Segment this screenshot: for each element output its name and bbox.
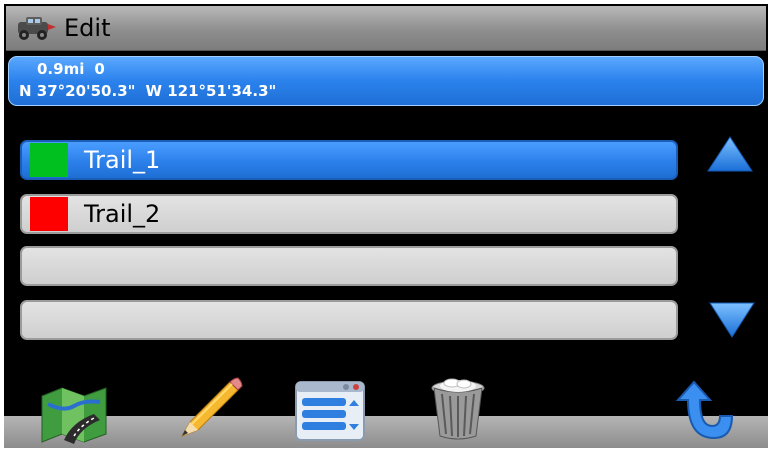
back-button[interactable] [666,376,746,446]
longitude-value: W 121°51'34.3" [145,82,277,100]
scroll-up-button[interactable] [706,134,754,174]
back-arrow-icon [675,380,734,440]
delete-button[interactable] [418,372,498,442]
trail-color-swatch [30,143,68,177]
scroll-down-button[interactable] [708,300,756,340]
map-icon [41,387,107,444]
distance-value: 0.9mi [37,60,85,78]
coordinates-row: N 37°20'50.3" W 121°51'34.3" [19,82,286,100]
list-item-trail-2[interactable]: Trail_2 [20,194,678,234]
pencil-icon [180,377,243,437]
trash-icon [431,378,485,440]
list-icon [295,381,365,441]
edit-button[interactable] [170,374,250,444]
app-window: Edit 0.9mi 0 N 37°20'50.3" W 121°51'34.3" … [4,4,768,448]
trail-name: Trail_1 [84,146,161,174]
trail-color-swatch [30,197,68,231]
details-button[interactable] [290,374,370,444]
map-button[interactable] [34,374,114,444]
trail-name: Trail_2 [84,200,161,228]
list-item-trail-1[interactable]: Trail_1 [20,140,678,180]
list-item-empty-1[interactable] [20,246,678,286]
latitude-value: N 37°20'50.3" [19,82,136,100]
heading-value: 0 [94,60,105,78]
title-bar: Edit [6,6,766,51]
page-title: Edit [64,14,111,42]
triangle-up-icon [707,136,753,172]
triangle-down-icon [709,302,755,338]
list-item-empty-2[interactable] [20,300,678,340]
vehicle-icon [18,17,56,40]
bottom-toolbar [4,416,768,448]
position-panel: 0.9mi 0 N 37°20'50.3" W 121°51'34.3" [8,56,764,106]
distance-heading-row: 0.9mi 0 [37,60,115,78]
